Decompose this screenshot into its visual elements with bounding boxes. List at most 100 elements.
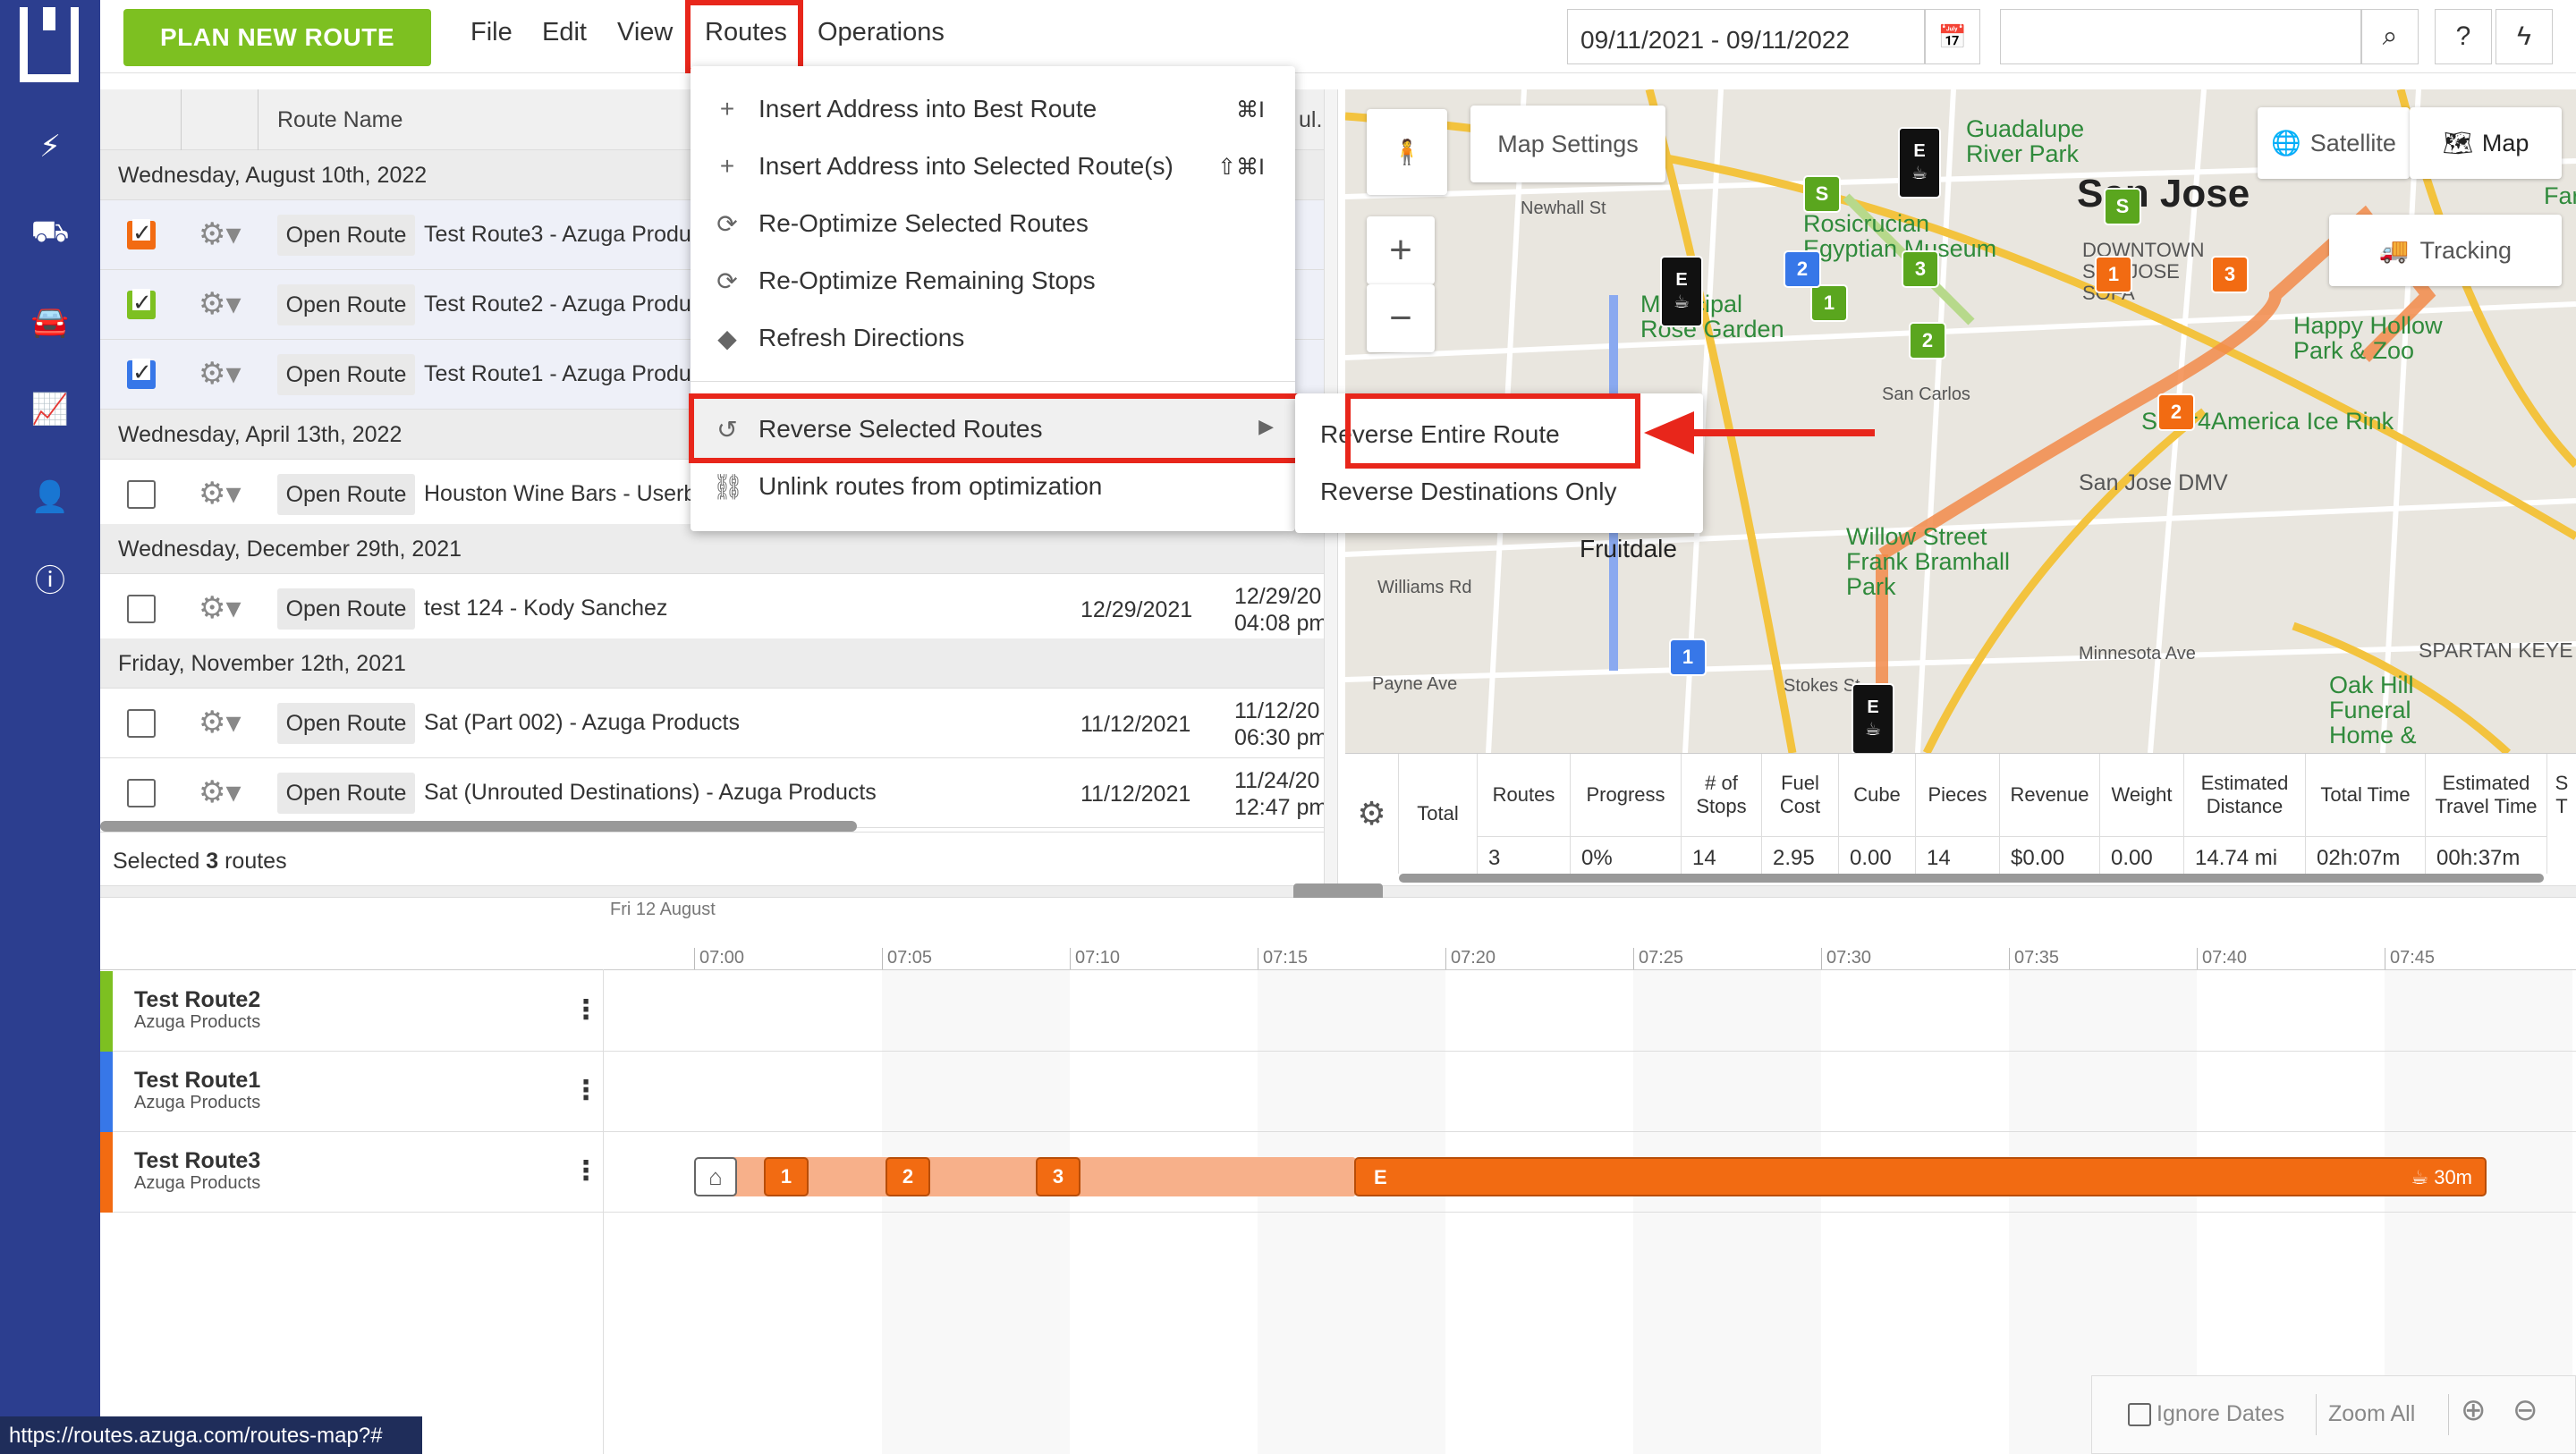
open-route-button[interactable]: Open Route xyxy=(277,354,415,395)
route-name: Test Route3 - Azuga Produc xyxy=(424,222,703,247)
stats-value: $0.00 xyxy=(2000,836,2100,874)
stop-pin-start[interactable]: S xyxy=(1803,175,1841,213)
stats-settings-gear-icon[interactable]: ⚙ xyxy=(1345,754,1399,874)
row-checkbox[interactable] xyxy=(127,289,156,319)
bolt-icon[interactable]: ϟ xyxy=(2496,9,2553,64)
ignore-dates-checkbox[interactable] xyxy=(2128,1403,2151,1426)
stop-pin[interactable]: 2 xyxy=(1909,322,1946,359)
menu-item-reoptimize-selected[interactable]: ⟳ Re-Optimize Selected Routes xyxy=(691,195,1295,252)
timeline-tick: 07:10 xyxy=(1075,948,1121,968)
menu-item-unlink[interactable]: ⛓ Unlink routes from optimization xyxy=(691,458,1295,515)
menu-item-refresh-directions[interactable]: ◆ Refresh Directions xyxy=(691,309,1295,367)
ignore-dates-label[interactable]: Ignore Dates xyxy=(2157,1401,2284,1427)
menu-view[interactable]: View xyxy=(617,18,673,47)
stop-pin-start[interactable]: S xyxy=(2104,188,2141,225)
zoom-in-icon[interactable]: ⊕ xyxy=(2461,1392,2487,1428)
row-checkbox[interactable] xyxy=(127,219,156,249)
dashboard-icon[interactable]: ⚡ xyxy=(27,123,73,170)
gear-icon[interactable]: ⚙▾ xyxy=(199,356,242,392)
routes-icon[interactable]: ⛟ xyxy=(27,211,73,258)
open-route-button[interactable]: Open Route xyxy=(277,284,415,325)
route-name-header[interactable]: Route Name xyxy=(277,107,402,133)
search-input[interactable] xyxy=(2000,9,2361,64)
help-circle-icon[interactable]: ⓘ xyxy=(27,554,73,601)
route-name: Test Route2 - Azuga Produc xyxy=(424,292,703,317)
zoom-all-button[interactable]: Zoom All xyxy=(2328,1401,2415,1427)
vehicles-icon[interactable]: 🚘 xyxy=(27,299,73,345)
zoom-out-icon[interactable]: ⊖ xyxy=(2512,1392,2538,1428)
gear-icon[interactable]: ⚙▾ xyxy=(199,286,242,322)
menu-operations[interactable]: Operations xyxy=(818,18,945,47)
timeline-stop[interactable]: 3 xyxy=(1036,1157,1080,1196)
selected-routes-footer: Selected 3 routes xyxy=(100,832,1333,885)
help-icon[interactable]: ? xyxy=(2435,9,2492,64)
users-icon[interactable]: 👤 xyxy=(27,474,73,520)
stop-pin[interactable]: 2 xyxy=(1784,250,1821,288)
reverse-destinations-only-item[interactable]: Reverse Destinations Only xyxy=(1320,478,1616,506)
home-icon[interactable]: ⌂ xyxy=(694,1157,737,1196)
timeline-row[interactable]: Test Route1 Azuga Products ⋮ xyxy=(100,1052,2576,1132)
row-checkbox[interactable] xyxy=(127,709,156,738)
open-route-button[interactable]: Open Route xyxy=(277,703,415,744)
open-route-button[interactable]: Open Route xyxy=(277,474,415,515)
plan-new-route-button[interactable]: PLAN NEW ROUTE xyxy=(123,9,431,66)
gear-icon[interactable]: ⚙▾ xyxy=(199,590,242,626)
route3-break-bar[interactable]: E ☕ 30m xyxy=(1354,1157,2487,1196)
menu-file[interactable]: File xyxy=(470,18,513,47)
kebab-menu-icon[interactable]: ⋮ xyxy=(572,994,599,1026)
open-route-button[interactable]: Open Route xyxy=(277,588,415,630)
stop-pin[interactable]: 3 xyxy=(2211,256,2249,293)
timeline-stop[interactable]: 2 xyxy=(886,1157,930,1196)
street-view-pegman-icon[interactable]: 🧍 xyxy=(1367,109,1447,195)
satellite-toggle[interactable]: 🌐 Satellite xyxy=(2258,107,2410,179)
row-checkbox[interactable] xyxy=(127,480,156,509)
gear-icon[interactable]: ⚙▾ xyxy=(199,216,242,252)
menu-item-reoptimize-remaining[interactable]: ⟳ Re-Optimize Remaining Stops xyxy=(691,252,1295,309)
tick-mark xyxy=(694,948,695,969)
open-route-button[interactable]: Open Route xyxy=(277,215,415,256)
row-checkbox[interactable] xyxy=(127,595,156,623)
stop-pin[interactable]: 1 xyxy=(1669,638,1707,676)
stats-horizontal-scrollbar[interactable] xyxy=(1399,874,2544,883)
stop-pin[interactable]: 3 xyxy=(1902,250,1939,288)
stop-pin[interactable]: 1 xyxy=(2095,256,2132,293)
route-name: Sat (Part 002) - Azuga Products xyxy=(424,710,740,735)
kebab-menu-icon[interactable]: ⋮ xyxy=(572,1075,599,1106)
kebab-menu-icon[interactable]: ⋮ xyxy=(572,1155,599,1187)
date-range-input[interactable]: 09/11/2021 - 09/11/2022 xyxy=(1567,9,1925,64)
zoom-out-button[interactable]: − xyxy=(1367,284,1435,352)
timeline-stop[interactable]: 1 xyxy=(764,1157,809,1196)
menu-item-insert-best[interactable]: + Insert Address into Best Route ⌘I xyxy=(691,80,1295,138)
calendar-icon[interactable]: 📅 xyxy=(1925,9,1980,64)
menu-divider xyxy=(691,381,1295,382)
reverse-entire-highlight xyxy=(1345,393,1640,469)
map-label: Guadalupe River Park xyxy=(1966,115,2085,167)
row-checkbox[interactable] xyxy=(127,359,156,389)
gear-icon[interactable]: ⚙▾ xyxy=(199,476,242,511)
map-settings-button[interactable]: Map Settings xyxy=(1470,106,1665,182)
table-row[interactable]: ⚙▾ Open Route Sat (Part 002) - Azuga Pro… xyxy=(100,689,1333,758)
timeline-route-sub: Azuga Products xyxy=(134,1012,261,1032)
search-icon[interactable]: ⌕ xyxy=(2361,9,2419,64)
gear-icon[interactable]: ⚙▾ xyxy=(199,705,242,740)
stop-pin[interactable]: 1 xyxy=(1810,284,1848,322)
zoom-in-button[interactable]: + xyxy=(1367,216,1435,284)
table-horizontal-scrollbar[interactable] xyxy=(100,821,857,832)
menu-edit[interactable]: Edit xyxy=(542,18,587,47)
menu-item-insert-selected[interactable]: + Insert Address into Selected Route(s) … xyxy=(691,138,1295,195)
stop-pin[interactable]: 2 xyxy=(2157,393,2195,431)
table-row[interactable]: ⚙▾ Open Route test 124 - Kody Sanchez 12… xyxy=(100,574,1333,644)
timeline-tick: 07:30 xyxy=(1826,948,1872,968)
end-pin[interactable]: E ☕ xyxy=(1898,127,1941,199)
tracking-button[interactable]: 🚚 Tracking xyxy=(2329,215,2562,286)
open-route-button[interactable]: Open Route xyxy=(277,773,415,814)
end-pin[interactable]: E ☕ xyxy=(1852,683,1894,753)
end-pin[interactable]: E ☕ xyxy=(1660,256,1703,327)
table-row[interactable]: ⚙▾ Open Route Sat (Unrouted Destinations… xyxy=(100,758,1333,828)
map-toggle[interactable]: 🗺 Map xyxy=(2410,107,2562,179)
row-checkbox[interactable] xyxy=(127,779,156,807)
reports-icon[interactable]: 📈 xyxy=(27,386,73,433)
timeline-route-name: Test Route1 xyxy=(134,1068,261,1093)
timeline-row[interactable]: Test Route2 Azuga Products ⋮ xyxy=(100,971,2576,1052)
gear-icon[interactable]: ⚙▾ xyxy=(199,774,242,810)
